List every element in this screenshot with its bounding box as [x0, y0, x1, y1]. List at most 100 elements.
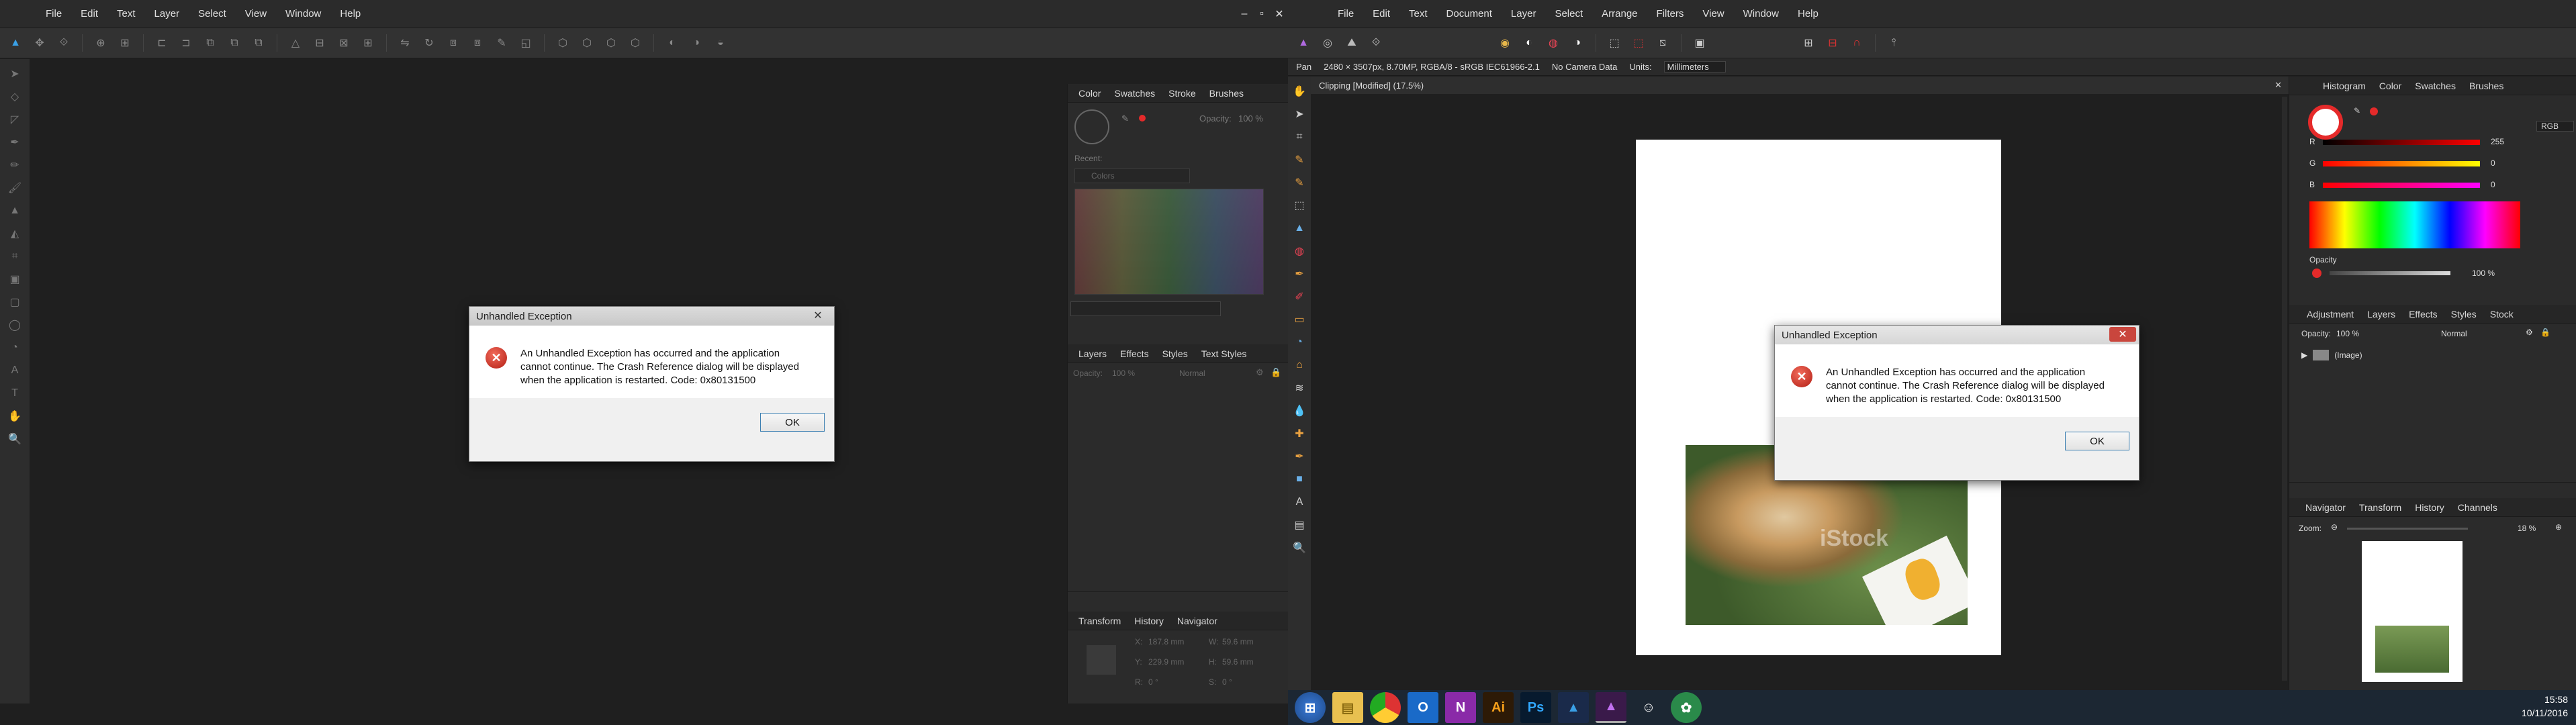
- g-value[interactable]: 0: [2491, 158, 2495, 168]
- chrome-icon[interactable]: [1370, 692, 1401, 723]
- magnet-icon[interactable]: ∩: [1847, 33, 1867, 53]
- smudge-tool-icon[interactable]: ≋: [1290, 379, 1309, 397]
- rotate-icon[interactable]: ↻: [419, 33, 439, 53]
- r-slider[interactable]: [2323, 140, 2480, 145]
- r-value[interactable]: 0 °: [1148, 677, 1158, 687]
- layer-row[interactable]: ▶ (Image): [2289, 346, 2576, 364]
- snapping-icon[interactable]: ⊟: [1823, 33, 1843, 53]
- tab-layers[interactable]: Layers: [2360, 309, 2402, 320]
- clock-time[interactable]: 15:58: [2522, 693, 2568, 706]
- eyedropper-icon[interactable]: ✎: [1121, 113, 1129, 124]
- develop-persona-icon[interactable]: ⛰: [1342, 33, 1362, 53]
- tab-brushes[interactable]: Brushes: [2463, 81, 2510, 91]
- tab-navigator[interactable]: Navigator: [1170, 616, 1224, 626]
- artistic-text-icon[interactable]: T: [5, 384, 24, 403]
- affinity-designer-icon[interactable]: ▲: [1558, 692, 1589, 723]
- auto-levels-icon[interactable]: ◉: [1495, 33, 1515, 53]
- arrange-forward-icon[interactable]: ⧉: [248, 33, 269, 53]
- illustrator-icon[interactable]: Ai: [1483, 692, 1514, 723]
- menu-window[interactable]: Window: [1734, 8, 1788, 19]
- menu-arrange[interactable]: Arrange: [1592, 8, 1647, 19]
- tab-stock[interactable]: Stock: [2483, 309, 2520, 320]
- units-select[interactable]: Millimeters: [1663, 61, 1726, 72]
- crop-tool-icon[interactable]: ⌗: [5, 247, 24, 266]
- vertical-scrollbar[interactable]: [2282, 97, 2287, 681]
- tab-color[interactable]: Color: [2373, 81, 2408, 91]
- snap-a-icon[interactable]: ◐: [662, 33, 682, 53]
- zoom-tool-icon[interactable]: 🔍: [1290, 538, 1309, 557]
- transform-icon[interactable]: ⧈: [443, 33, 463, 53]
- tab-effects[interactable]: Effects: [2402, 309, 2444, 320]
- zoom-value[interactable]: 18 %: [2518, 524, 2536, 533]
- place-tool-icon[interactable]: ▣: [5, 270, 24, 289]
- brush-tool-icon[interactable]: 🖌: [5, 179, 24, 197]
- start-button[interactable]: ⊞: [1295, 692, 1326, 723]
- menu-select[interactable]: Select: [189, 8, 236, 19]
- tab-transform[interactable]: Transform: [1072, 616, 1128, 626]
- layers-opacity-value[interactable]: 100 %: [2336, 329, 2359, 338]
- tab-styles[interactable]: Styles: [2444, 309, 2483, 320]
- zoom-tool-icon[interactable]: 🔍: [5, 430, 24, 448]
- blend-mode-select[interactable]: Normal: [1179, 369, 1205, 378]
- affinity-photo-icon[interactable]: ▲: [1596, 692, 1626, 723]
- arrange-icon[interactable]: ⧉: [200, 33, 220, 53]
- w-value[interactable]: 59.6 mm: [1222, 637, 1254, 646]
- geometry-icon[interactable]: ⬡: [553, 33, 573, 53]
- brush-tool-icon[interactable]: ✎: [1290, 150, 1309, 169]
- pen-options-icon[interactable]: ✎: [492, 33, 512, 53]
- pixel-persona-icon[interactable]: ✥: [30, 33, 50, 53]
- b-slider[interactable]: [2323, 183, 2480, 188]
- align-center-icon[interactable]: ⊐: [176, 33, 196, 53]
- export-persona-icon[interactable]: ⟐: [54, 33, 74, 53]
- menu-window[interactable]: Window: [276, 8, 330, 19]
- mirror-icon[interactable]: ⧈: [467, 33, 488, 53]
- menu-text[interactable]: Text: [107, 8, 145, 19]
- tab-effects[interactable]: Effects: [1113, 348, 1156, 359]
- auto-colors-icon[interactable]: ◍: [1543, 33, 1563, 53]
- transparency-tool-icon[interactable]: ◭: [5, 224, 24, 243]
- menu-file[interactable]: File: [36, 8, 71, 19]
- corner-icon[interactable]: ◱: [516, 33, 536, 53]
- document-tab[interactable]: Clipping [Modified] (17.5%) ✕: [1311, 77, 2289, 94]
- arrange-back-icon[interactable]: ⧉: [224, 33, 244, 53]
- snap-c-icon[interactable]: ◒: [710, 33, 731, 53]
- lock-icon[interactable]: 🔒: [1271, 367, 1281, 378]
- eyedropper-icon[interactable]: ✎: [2354, 106, 2360, 115]
- geometry-3-icon[interactable]: ⬡: [601, 33, 621, 53]
- dialog-close-button[interactable]: ✕: [804, 308, 831, 323]
- blend-mode-select[interactable]: Normal: [2441, 329, 2467, 338]
- clone-tool-icon[interactable]: ⌂: [1290, 356, 1309, 375]
- color-spectrum[interactable]: [2309, 201, 2520, 248]
- marquee-tool-icon[interactable]: ⬚: [1290, 196, 1309, 215]
- y-value[interactable]: 229.9 mm: [1148, 657, 1184, 667]
- shape-tool-icon[interactable]: ◔: [5, 338, 24, 357]
- fill-stroke-well[interactable]: [2308, 105, 2343, 140]
- tab-history[interactable]: History: [2408, 502, 2451, 513]
- view-tool-icon[interactable]: ▤: [1290, 516, 1309, 534]
- boolean-subtract-icon[interactable]: ⊟: [310, 33, 330, 53]
- emoji-app-icon[interactable]: ☺: [1633, 692, 1664, 723]
- b-value[interactable]: 0: [2491, 180, 2495, 189]
- fill-tool-icon[interactable]: ▲: [1290, 219, 1309, 238]
- designer-persona-icon[interactable]: ▲: [5, 33, 26, 53]
- file-explorer-icon[interactable]: ▤: [1332, 692, 1363, 723]
- flip-icon[interactable]: ⇋: [395, 33, 415, 53]
- color-replace-icon[interactable]: ✐: [1290, 287, 1309, 306]
- menu-layer[interactable]: Layer: [1502, 8, 1546, 19]
- tab-history[interactable]: History: [1128, 616, 1170, 626]
- healing-tool-icon[interactable]: ✚: [1290, 424, 1309, 443]
- maximize-button[interactable]: ▫: [1253, 0, 1271, 28]
- geometry-4-icon[interactable]: ⬡: [625, 33, 645, 53]
- tab-text-styles[interactable]: Text Styles: [1195, 348, 1254, 359]
- node-tool-icon[interactable]: ◇: [5, 87, 24, 106]
- align-left-icon[interactable]: ⊏: [152, 33, 172, 53]
- paint-brush-icon[interactable]: ✒: [1290, 264, 1309, 283]
- menu-select[interactable]: Select: [1545, 8, 1592, 19]
- palette-select[interactable]: Colors: [1074, 168, 1190, 183]
- menu-edit[interactable]: Edit: [1363, 8, 1399, 19]
- shape-tool-icon[interactable]: ■: [1290, 470, 1309, 489]
- tab-histogram[interactable]: Histogram: [2316, 81, 2373, 91]
- menu-help[interactable]: Help: [1788, 8, 1828, 19]
- pen-tool-icon[interactable]: ✒: [5, 133, 24, 152]
- pen-tool-icon[interactable]: ✒: [1290, 447, 1309, 466]
